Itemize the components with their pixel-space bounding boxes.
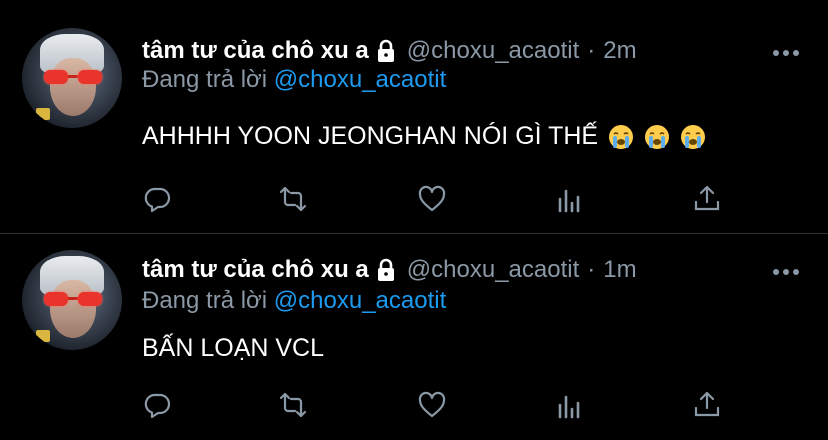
reply-context: Đang trả lời @choxu_acaotit xyxy=(142,66,446,94)
display-name[interactable]: tâm tư của chô xu a xyxy=(142,256,369,284)
timestamp[interactable]: 1m xyxy=(603,256,636,284)
action-bar xyxy=(142,390,722,420)
reply-prefix: Đang trả lời xyxy=(142,66,268,93)
more-icon[interactable] xyxy=(772,44,800,56)
reply-context: Đang trả lời @choxu_acaotit xyxy=(142,287,446,315)
more-icon[interactable] xyxy=(772,263,800,275)
share-icon[interactable] xyxy=(692,184,722,214)
like-icon[interactable] xyxy=(417,390,447,420)
action-bar xyxy=(142,184,722,214)
reply-mention[interactable]: @choxu_acaotit xyxy=(274,66,446,93)
reply-icon[interactable] xyxy=(142,390,172,420)
loudly-crying-face-icon xyxy=(608,124,634,150)
lock-icon xyxy=(375,39,397,63)
handle[interactable]: @choxu_acaotit xyxy=(407,256,579,284)
tweet-header: tâm tư của chô xu a @choxu_acaotit · 1m xyxy=(142,255,637,285)
loudly-crying-face-icon xyxy=(644,124,670,150)
analytics-icon[interactable] xyxy=(555,390,585,420)
avatar[interactable] xyxy=(22,28,122,128)
reply-prefix: Đang trả lời xyxy=(142,287,268,314)
share-icon[interactable] xyxy=(692,390,722,420)
tweet-2[interactable]: tâm tư của chô xu a @choxu_acaotit · 1m … xyxy=(0,234,828,440)
tweet-text-content: BẤN LOẠN VCL xyxy=(142,334,325,362)
retweet-icon[interactable] xyxy=(278,390,308,420)
tweet-1[interactable]: tâm tư của chô xu a @choxu_acaotit · 2m … xyxy=(0,0,828,233)
tweet-text: AHHHH YOON JEONGHAN NÓI GÌ THẾ xyxy=(142,122,706,151)
tweet-header: tâm tư của chô xu a @choxu_acaotit · 2m xyxy=(142,36,637,66)
tweet-text-content: AHHHH YOON JEONGHAN NÓI GÌ THẾ xyxy=(142,122,599,150)
loudly-crying-face-icon xyxy=(680,124,706,150)
analytics-icon[interactable] xyxy=(555,184,585,214)
tweet-text: BẤN LOẠN VCL xyxy=(142,334,324,363)
lock-icon xyxy=(375,258,397,282)
retweet-icon[interactable] xyxy=(278,184,308,214)
separator-dot: · xyxy=(587,37,596,64)
display-name[interactable]: tâm tư của chô xu a xyxy=(142,37,369,65)
reply-mention[interactable]: @choxu_acaotit xyxy=(274,287,446,314)
reply-icon[interactable] xyxy=(142,184,172,214)
like-icon[interactable] xyxy=(417,184,447,214)
separator-dot: · xyxy=(587,256,596,283)
avatar[interactable] xyxy=(22,250,122,350)
timestamp[interactable]: 2m xyxy=(603,37,636,65)
handle[interactable]: @choxu_acaotit xyxy=(407,37,579,65)
